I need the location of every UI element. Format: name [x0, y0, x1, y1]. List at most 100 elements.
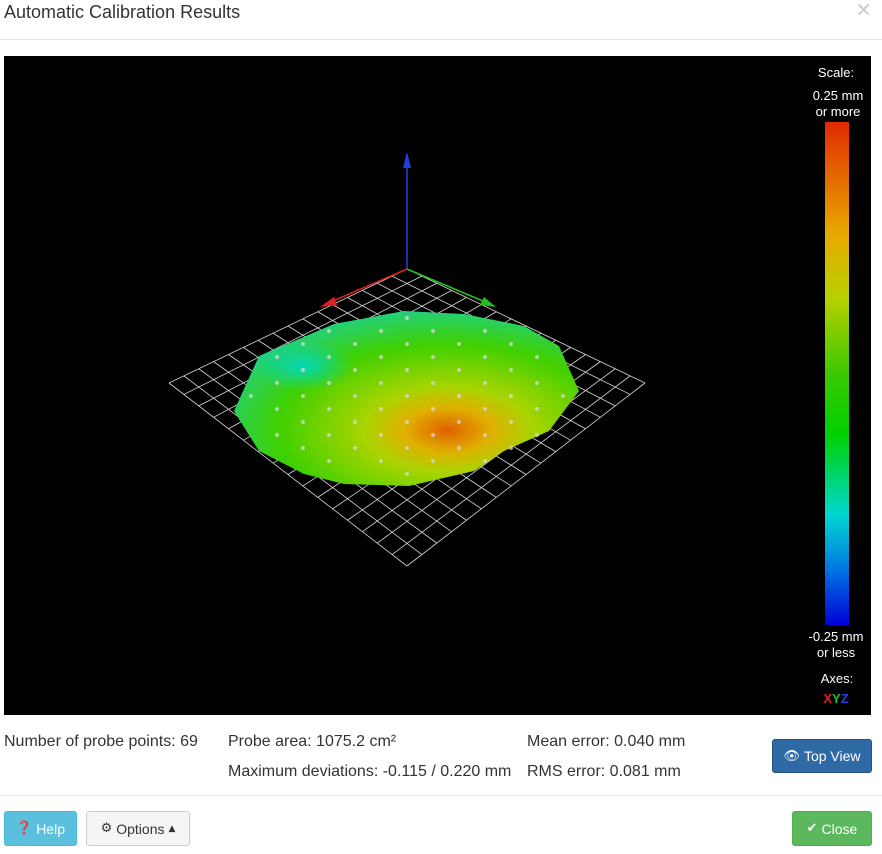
- probe-point: [327, 329, 331, 333]
- probe-point: [509, 394, 513, 398]
- probe-point: [327, 381, 331, 385]
- scale-title: Scale:: [817, 65, 855, 80]
- probe-point: [405, 342, 409, 346]
- probe-point: [457, 342, 461, 346]
- max-deviations: Maximum deviations: -0.115 / 0.220 mm: [228, 763, 512, 780]
- probe-area: Probe area: 1075.2 cm²: [228, 733, 397, 750]
- calibration-3d-viewport[interactable]: Scale: 0.25 mm or more -0.25 mm or less …: [4, 56, 871, 715]
- probe-point: [301, 342, 305, 346]
- axis-y-line: [406, 268, 491, 305]
- close-label: Close: [821, 820, 858, 837]
- probe-point: [405, 368, 409, 372]
- top-view-label: Top View: [803, 748, 861, 764]
- footer-divider: [0, 795, 882, 796]
- probe-point: [561, 394, 565, 398]
- probe-point: [301, 394, 305, 398]
- probe-point: [379, 459, 383, 463]
- probe-point: [301, 420, 305, 424]
- scale-top-label: 0.25 mm or more: [801, 88, 871, 120]
- probe-point: [431, 459, 435, 463]
- probe-point: [431, 407, 435, 411]
- caret-up-icon: ▲: [168, 823, 176, 834]
- scale-bottom-suffix: or less: [816, 645, 856, 660]
- probe-point: [353, 446, 357, 450]
- probe-point: [405, 446, 409, 450]
- scale-top-value: 0.25 mm: [812, 88, 864, 103]
- help-button[interactable]: ❓ Help: [4, 811, 77, 846]
- probe-point: [353, 368, 357, 372]
- probe-point: [535, 433, 539, 437]
- probe-point: [483, 459, 487, 463]
- probe-point: [535, 355, 539, 359]
- scale-bottom-value: -0.25 mm: [808, 629, 864, 644]
- probe-point: [483, 433, 487, 437]
- probe-point: [509, 368, 513, 372]
- probe-point: [275, 433, 279, 437]
- options-label: Options: [116, 820, 165, 837]
- help-label: Help: [36, 820, 65, 837]
- axes-legend: XYZ: [801, 691, 871, 706]
- scale-top-suffix: or more: [815, 104, 861, 119]
- gear-icon: ⚙: [100, 821, 113, 836]
- options-button[interactable]: ⚙ Options ▲: [86, 811, 190, 846]
- probe-point: [431, 329, 435, 333]
- axis-x-label: X: [823, 691, 833, 706]
- top-view-button[interactable]: 👁 Top View: [772, 739, 872, 773]
- probe-point: [379, 355, 383, 359]
- probe-point: [327, 407, 331, 411]
- probe-points-count: Number of probe points: 69: [4, 733, 198, 750]
- probe-point: [379, 329, 383, 333]
- probe-point: [353, 394, 357, 398]
- probe-point: [327, 433, 331, 437]
- probe-point: [405, 316, 409, 320]
- probe-point: [483, 407, 487, 411]
- probe-point: [379, 381, 383, 385]
- probe-point: [301, 446, 305, 450]
- close-button[interactable]: ✔ Close: [792, 811, 872, 846]
- scale-legend: Scale: 0.25 mm or more -0.25 mm or less …: [801, 56, 871, 715]
- height-map-scene: [168, 152, 646, 567]
- mean-error: Mean error: 0.040 mm: [527, 733, 686, 750]
- mesh-surface: [234, 311, 579, 486]
- probe-point: [483, 381, 487, 385]
- dialog-title: Automatic Calibration Results: [4, 2, 241, 22]
- probe-point: [327, 459, 331, 463]
- probe-point: [405, 420, 409, 424]
- probe-point: [379, 407, 383, 411]
- check-icon: ✔: [806, 821, 818, 836]
- probe-point: [483, 329, 487, 333]
- probe-point: [483, 355, 487, 359]
- probe-point: [509, 342, 513, 346]
- probe-point: [457, 394, 461, 398]
- mesh-low-spot: [254, 341, 354, 391]
- probe-point: [509, 420, 513, 424]
- probe-point: [275, 355, 279, 359]
- probe-point: [457, 368, 461, 372]
- dialog-header: Automatic Calibration Results ×: [0, 0, 882, 40]
- axes-title: Axes:: [820, 671, 854, 686]
- eye-icon: 👁: [783, 748, 800, 764]
- probe-point: [457, 446, 461, 450]
- scale-bottom-label: -0.25 mm or less: [797, 629, 871, 661]
- probe-point: [431, 355, 435, 359]
- probe-point: [431, 433, 435, 437]
- probe-point: [405, 394, 409, 398]
- probe-point: [327, 355, 331, 359]
- probe-point: [353, 342, 357, 346]
- question-circle-icon: ❓: [16, 821, 33, 836]
- axis-x-line: [325, 268, 408, 305]
- rms-error: RMS error: 0.081 mm: [527, 763, 681, 780]
- axis-z-label: Z: [840, 691, 849, 706]
- probe-point: [509, 446, 513, 450]
- axis-z-arrow: [403, 152, 411, 168]
- probe-point: [249, 394, 253, 398]
- probe-point: [457, 420, 461, 424]
- probe-point: [275, 407, 279, 411]
- probe-point: [431, 381, 435, 385]
- probe-point: [353, 420, 357, 424]
- probe-point: [535, 407, 539, 411]
- probe-point: [535, 381, 539, 385]
- probe-point: [405, 472, 409, 476]
- probe-point: [379, 433, 383, 437]
- close-icon[interactable]: ×: [855, 0, 872, 19]
